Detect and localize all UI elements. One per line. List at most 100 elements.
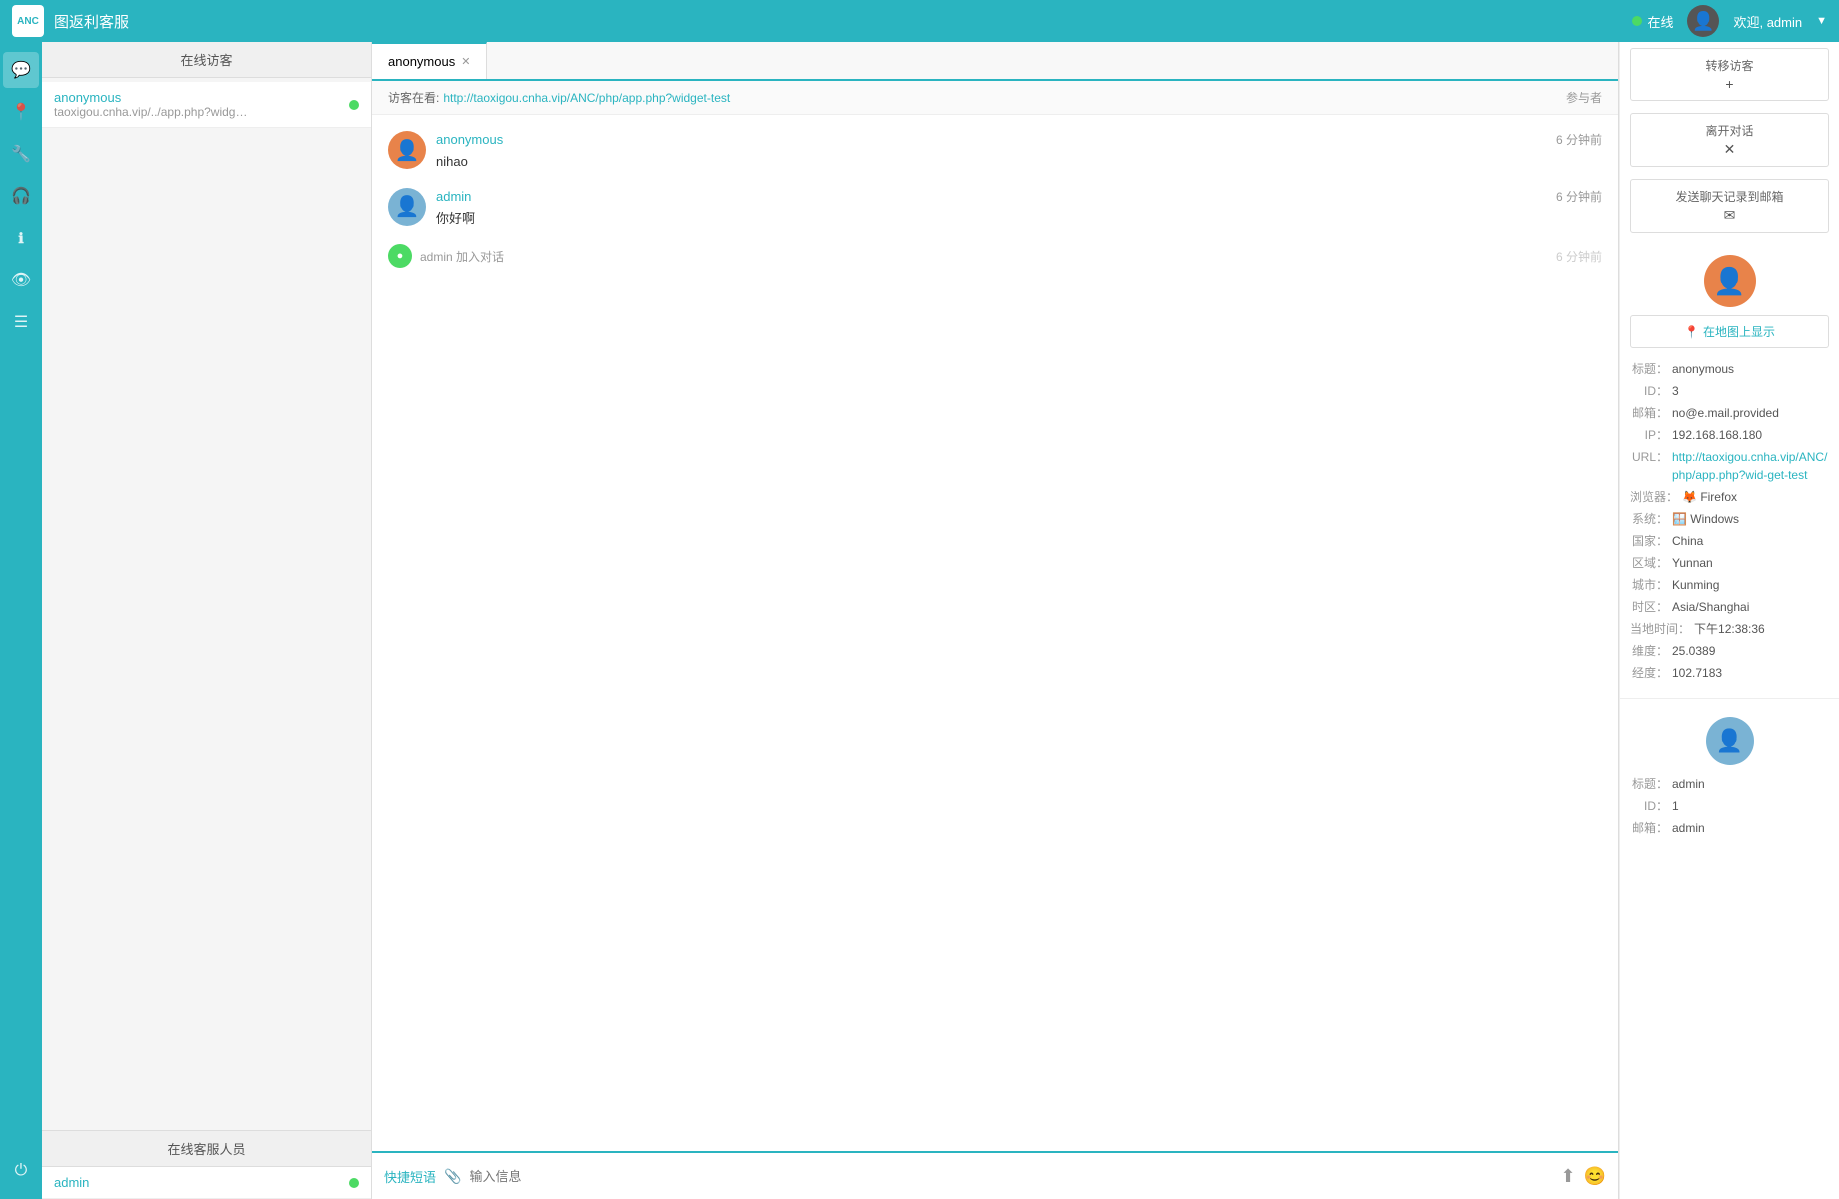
info-row-region: 区域： Yunnan (1630, 554, 1829, 572)
admin-info-id: 1 (1672, 797, 1679, 815)
info-row-localtime: 当地时间： 下午12:38:36 (1630, 620, 1829, 638)
left-panel: 在线访客 anonymous taoxigou.cnha.vip/../app.… (42, 42, 372, 1199)
info-row-id: ID： 3 (1630, 382, 1829, 400)
right-panel: 转移访客 + 离开对话 ✕ 发送聊天记录到邮箱 ✉ 👤 📍 在地图上显示 标题：… (1619, 42, 1839, 1199)
quick-label: 快捷短语 (384, 1167, 436, 1186)
transfer-label: 转移访客 (1705, 59, 1753, 73)
chat-messages: 👤 anonymous 6 分钟前 nihao 👤 admin (372, 115, 1618, 1151)
message-time-admin: 6 分钟前 (1556, 188, 1602, 205)
sidebar-item-tools[interactable]: 🔧 (3, 136, 39, 172)
left-sidebar: 💬 📍 🔧 🎧 ℹ 👁 ☰ ⏻ (0, 42, 42, 1199)
online-status: 在线 (1632, 12, 1673, 31)
top-navbar: ANC 图返利客服 在线 👤 欢迎, admin ▼ (0, 0, 1839, 42)
system-icon: ● (388, 244, 412, 268)
sidebar-item-info[interactable]: ℹ (3, 220, 39, 256)
label-country: 国家： (1630, 532, 1668, 550)
reference-label: 参与者 (1566, 89, 1602, 106)
admin-info-row-name: 标题： admin (1630, 775, 1829, 793)
visitor-info-table: 标题： anonymous ID： 3 邮箱： no@e.mail.provid… (1620, 356, 1839, 690)
label-os: 系统： (1630, 510, 1668, 528)
send-icon[interactable]: ⬆ (1560, 1166, 1575, 1187)
label-city: 城市： (1630, 576, 1668, 594)
visitor-avatar: 👤 (388, 131, 426, 169)
online-dot (1632, 16, 1642, 26)
agent-name: admin (54, 1175, 89, 1190)
visitor-list: anonymous taoxigou.cnha.vip/../app.php?w… (42, 78, 371, 1130)
agent-item[interactable]: admin (42, 1167, 371, 1199)
message-sender-admin: admin (436, 189, 471, 204)
label-browser: 浏览器： (1630, 488, 1678, 506)
map-label: 在地图上显示 (1703, 323, 1775, 340)
agent-section: 在线客服人员 admin (42, 1130, 371, 1199)
sidebar-item-list[interactable]: ☰ (3, 304, 39, 340)
info-row-country: 国家： China (1630, 532, 1829, 550)
map-button[interactable]: 📍 在地图上显示 (1630, 315, 1829, 348)
visitor-page-url[interactable]: http://taoxigou.cnha.vip/ANC/php/app.php… (443, 91, 730, 105)
admin-info-email: admin (1672, 819, 1705, 837)
chat-tab-anonymous[interactable]: anonymous ✕ (372, 42, 487, 79)
label-id: ID： (1630, 382, 1668, 400)
online-agents-header: 在线客服人员 (42, 1131, 371, 1167)
label-lat: 维度： (1630, 642, 1668, 660)
info-row-ip: IP： 192.168.168.180 (1630, 426, 1829, 444)
admin-info-row-id: ID： 1 (1630, 797, 1829, 815)
info-row-timezone: 时区： Asia/Shanghai (1630, 598, 1829, 616)
info-row-email: 邮箱： no@e.mail.provided (1630, 404, 1829, 422)
firefox-icon: 🦊 (1682, 490, 1697, 504)
paperclip-icon[interactable]: 📎 (444, 1168, 461, 1185)
visitor-status-dot (349, 100, 359, 110)
label-timezone: 时区： (1630, 598, 1668, 616)
label-email: 邮箱： (1630, 404, 1668, 422)
message-time-visitor: 6 分钟前 (1556, 131, 1602, 148)
windows-icon: 🪟 (1672, 512, 1687, 526)
info-os: 🪟 Windows (1672, 510, 1739, 528)
user-avatar[interactable]: 👤 (1687, 5, 1719, 37)
tab-close-icon[interactable]: ✕ (461, 55, 470, 68)
sidebar-item-service[interactable]: 🎧 (3, 178, 39, 214)
visitor-avatar-section: 👤 (1620, 239, 1839, 315)
agent-status-dot (349, 1178, 359, 1188)
info-row-browser: 浏览器： 🦊 Firefox (1630, 488, 1829, 506)
visitor-url-link[interactable]: http://taoxigou.cnha.vip/ANC/php/app.php… (1672, 450, 1827, 482)
message-content-visitor: anonymous 6 分钟前 nihao (436, 131, 1602, 172)
label-lng: 经度： (1630, 664, 1668, 682)
info-timezone: Asia/Shanghai (1672, 598, 1749, 616)
info-visitor-id: 3 (1672, 382, 1679, 400)
transfer-button[interactable]: 转移访客 + (1630, 48, 1829, 101)
info-row-lng: 经度： 102.7183 (1630, 664, 1829, 682)
info-row-os: 系统： 🪟 Windows (1630, 510, 1829, 528)
app-title: 图返利客服 (54, 11, 129, 32)
top-right: 在线 👤 欢迎, admin ▼ (1632, 5, 1827, 37)
leave-button[interactable]: 离开对话 ✕ (1630, 113, 1829, 167)
admin-big-avatar: 👤 (1706, 717, 1754, 765)
info-row-city: 城市： Kunming (1630, 576, 1829, 594)
sidebar-item-chat[interactable]: 💬 (3, 52, 39, 88)
system-message: ● admin 加入对话 6 分钟前 (388, 244, 1602, 268)
info-visitor-url: http://taoxigou.cnha.vip/ANC/php/app.php… (1672, 448, 1829, 484)
info-city: Kunming (1672, 576, 1719, 594)
sidebar-item-location[interactable]: 📍 (3, 94, 39, 130)
admin-label-id: ID： (1630, 797, 1668, 815)
info-lng: 102.7183 (1672, 664, 1722, 682)
info-country: China (1672, 532, 1703, 550)
message-row-admin: 👤 admin 6 分钟前 你好啊 (388, 188, 1602, 229)
sidebar-item-power[interactable]: ⏻ (3, 1153, 39, 1189)
info-visitor-name: anonymous (1672, 360, 1734, 378)
admin-avatar-msg: 👤 (388, 188, 426, 226)
info-browser: 🦊 Firefox (1682, 488, 1737, 506)
info-row-url: URL： http://taoxigou.cnha.vip/ANC/php/ap… (1630, 448, 1829, 484)
message-row-visitor: 👤 anonymous 6 分钟前 nihao (388, 131, 1602, 172)
label-url: URL： (1630, 448, 1668, 484)
dropdown-icon[interactable]: ▼ (1816, 15, 1827, 27)
divider (1620, 698, 1839, 699)
emoji-icon[interactable]: 😊 (1584, 1166, 1606, 1187)
sidebar-item-eye[interactable]: 👁 (3, 262, 39, 298)
chat-input[interactable] (469, 1169, 1552, 1184)
visitor-name: anonymous (54, 90, 341, 105)
email-button[interactable]: 发送聊天记录到邮箱 ✉ (1630, 179, 1829, 233)
visitor-item[interactable]: anonymous taoxigou.cnha.vip/../app.php?w… (42, 82, 371, 128)
url-prefix: 访客在看: (388, 89, 439, 106)
email-label: 发送聊天记录到邮箱 (1675, 190, 1783, 204)
visitor-url: taoxigou.cnha.vip/../app.php?widget-test (54, 105, 254, 119)
info-region: Yunnan (1672, 554, 1713, 572)
